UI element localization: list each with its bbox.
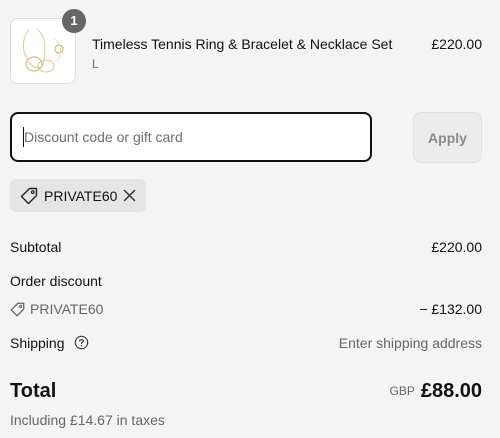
jewelry-image xyxy=(22,28,64,73)
product-thumbnail-wrapper: 1 xyxy=(10,9,86,84)
order-discount-code-label: PRIVATE60 xyxy=(30,301,104,317)
applied-discount-label: PRIVATE60 xyxy=(44,188,118,204)
order-discount-label: Order discount xyxy=(10,273,102,289)
discount-amount: − £132.00 xyxy=(419,301,482,317)
total-amount: GBP £88.00 xyxy=(389,380,482,403)
subtotal-value: £220.00 xyxy=(431,239,482,255)
product-price: £220.00 xyxy=(431,36,482,52)
total-label: Total xyxy=(10,380,57,402)
apply-discount-button[interactable]: Apply xyxy=(413,112,482,163)
tag-icon xyxy=(20,187,38,205)
help-circle-icon[interactable] xyxy=(74,335,89,350)
shipping-label: Shipping xyxy=(10,335,65,351)
applied-discount-chip: PRIVATE60 xyxy=(10,179,146,212)
total-value: £88.00 xyxy=(420,380,482,402)
discount-code-input[interactable] xyxy=(10,112,372,162)
product-name: Timeless Tennis Ring & Bracelet & Neckla… xyxy=(92,36,393,52)
total-currency: GBP xyxy=(389,384,415,398)
tag-icon xyxy=(10,302,25,317)
subtotal-label: Subtotal xyxy=(10,239,62,255)
line-item: 1 Timeless Tennis Ring & Bracelet & Neck… xyxy=(10,9,482,84)
quantity-badge: 1 xyxy=(62,9,86,33)
close-icon[interactable] xyxy=(122,188,137,203)
shipping-value: Enter shipping address xyxy=(338,335,482,351)
taxes-note: Including £14.67 in taxes xyxy=(10,412,165,428)
text-caret xyxy=(23,127,24,147)
product-variant: L xyxy=(92,57,99,71)
